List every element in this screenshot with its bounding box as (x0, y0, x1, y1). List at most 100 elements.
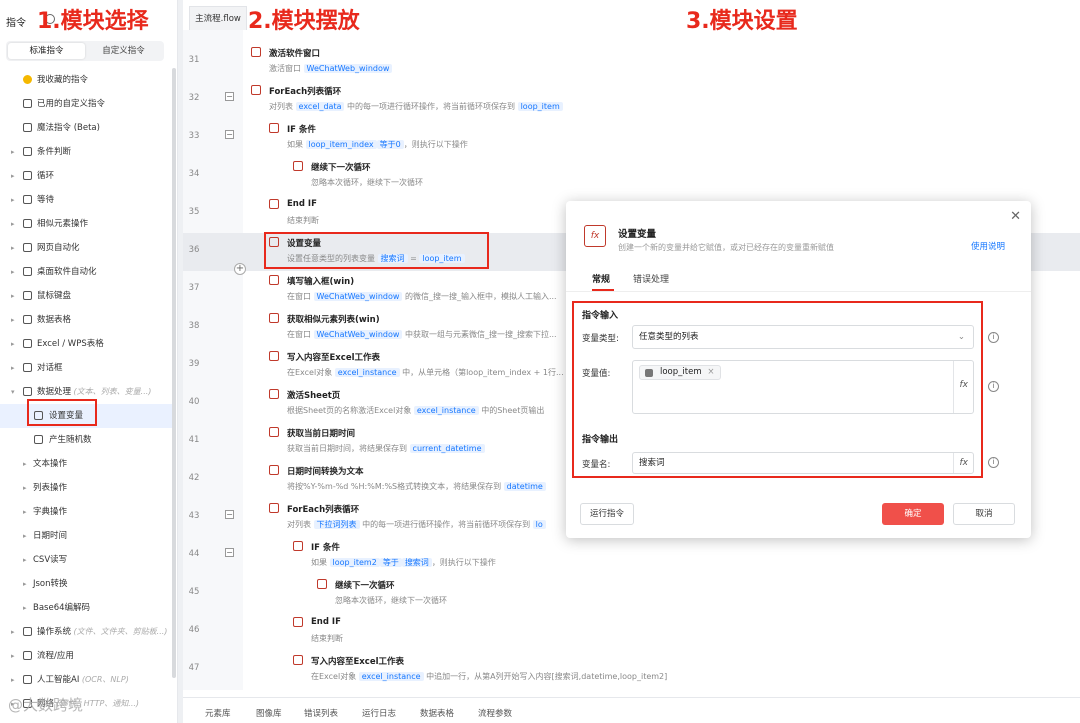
collapse-toggle[interactable]: − (225, 130, 234, 139)
collapse-toggle[interactable]: − (225, 510, 234, 519)
ai-icon (23, 675, 32, 684)
command-item[interactable]: ▸ Json转换 (0, 572, 172, 596)
command-item[interactable]: ▸ 操作系统 (文件、文件夹、剪贴板...) (0, 620, 172, 644)
tab-error-handling[interactable]: 错误处理 (633, 272, 669, 285)
command-item[interactable]: ▸ 相似元素操作 (0, 212, 172, 236)
command-item-label: 等待 (37, 195, 55, 205)
command-item[interactable]: 已用的自定义指令 (0, 92, 172, 116)
collapse-toggle[interactable]: − (225, 92, 234, 101)
chevron-right-icon[interactable]: ▸ (11, 260, 15, 284)
chevron-right-icon[interactable]: ▸ (11, 620, 15, 644)
line-number: 42 (188, 473, 200, 483)
chevron-right-icon[interactable]: ▸ (11, 140, 15, 164)
description-text: 中的Sheet页输出 (478, 406, 545, 415)
variable-chip: excel_instance (413, 406, 479, 415)
command-item[interactable]: ▸ Base64编解码 (0, 596, 172, 620)
command-item[interactable]: ▸ 桌面软件自动化 (0, 260, 172, 284)
description-text: 中的每一项进行循环操作，将当前循环项保存到 (359, 520, 533, 529)
command-item[interactable]: ▸ 循环 (0, 164, 172, 188)
command-item-label: 文本操作 (33, 459, 68, 469)
tab-run-log[interactable]: 运行日志 (362, 707, 396, 719)
chevron-right-icon[interactable]: ▸ (11, 668, 15, 692)
chevron-right-icon[interactable]: ▸ (23, 452, 27, 476)
description-text: 获取当前日期时间，将结果保存到 (287, 444, 410, 453)
chevron-right-icon[interactable]: ▸ (11, 236, 15, 260)
add-step-icon[interactable]: + (234, 263, 246, 275)
chevron-right-icon[interactable]: ▸ (23, 524, 27, 548)
confirm-button[interactable]: 确定 (882, 503, 944, 525)
command-item[interactable]: ▸ 数据表格 (0, 308, 172, 332)
command-item[interactable]: ▸ CSV读写 (0, 548, 172, 572)
chevron-right-icon[interactable]: ▸ (11, 212, 15, 236)
chevron-right-icon[interactable]: ▸ (23, 476, 27, 500)
tab-data-table[interactable]: 数据表格 (420, 707, 454, 719)
flow-step[interactable]: 47 写入内容至Excel工作表 在Excel对象 excel_instance 中… (183, 651, 1080, 689)
tab-standard-commands[interactable]: 标准指令 (8, 43, 85, 59)
panel-scrollbar[interactable] (172, 68, 176, 678)
description-text: 的微信_搜一搜_输入框中，模拟人工输入... (402, 292, 557, 301)
dialog-title: 设置变量 (618, 229, 657, 240)
tab-error-list[interactable]: 错误列表 (304, 707, 338, 719)
command-item[interactable]: 产生随机数 (0, 428, 172, 452)
close-icon[interactable]: ✕ (1010, 209, 1021, 224)
variable-chip: WeChatWeb_window (303, 64, 393, 73)
loop-icon (23, 171, 32, 180)
help-link[interactable]: 使用说明 (971, 240, 1005, 252)
chevron-right-icon[interactable]: ▸ (11, 356, 15, 380)
flow-step[interactable]: 34 继续下一次循环 忽略本次循环，继续下一次循环 (183, 157, 1080, 195)
highlight-box-step (264, 232, 489, 269)
command-item[interactable]: ▸ 鼠标键盘 (0, 284, 172, 308)
chevron-right-icon[interactable]: ▸ (11, 308, 15, 332)
chevron-right-icon[interactable]: ▸ (23, 548, 27, 572)
flow-step[interactable]: 44 − IF 条件 如果 loop_item2 等于 搜索词 ，则执行以下操作 (183, 537, 1080, 575)
command-item[interactable]: ▸ 列表操作 (0, 476, 172, 500)
description-text: 中的每一项进行循环操作，将当前循环项保存到 (344, 102, 518, 111)
info-icon[interactable]: i (988, 381, 999, 392)
tab-general[interactable]: 常规 (592, 272, 610, 285)
command-item[interactable]: ▸ 人工智能AI (OCR、NLP) (0, 668, 172, 692)
watermark: @大数跨境 (8, 696, 84, 714)
command-item-label: 产生随机数 (49, 435, 92, 445)
chevron-right-icon[interactable]: ▸ (11, 644, 15, 668)
chevron-right-icon[interactable]: ▸ (11, 188, 15, 212)
collapse-toggle[interactable]: − (225, 548, 234, 557)
chevron-down-icon[interactable]: ▾ (11, 380, 15, 404)
info-icon[interactable]: i (988, 332, 999, 343)
command-item-label: 网页自动化 (37, 243, 80, 253)
chevron-right-icon[interactable]: ▸ (23, 500, 27, 524)
step-description: 在窗口 WeChatWeb_window 的微信_搜一搜_输入框中，模拟人工输入… (287, 291, 557, 302)
command-item[interactable]: ▸ 文本操作 (0, 452, 172, 476)
command-item[interactable]: ▸ 流程/应用 (0, 644, 172, 668)
command-item[interactable]: ▸ 条件判断 (0, 140, 172, 164)
info-icon[interactable]: i (988, 457, 999, 468)
tab-flow-params[interactable]: 流程参数 (478, 707, 512, 719)
chevron-right-icon[interactable]: ▸ (23, 572, 27, 596)
tab-element-library[interactable]: 元素库 (205, 707, 231, 719)
flow-step[interactable]: 33 − IF 条件 如果 loop_item_index 等于0 ，则执行以下操作 (183, 119, 1080, 157)
flow-step[interactable]: 31 激活软件窗口 激活窗口 WeChatWeb_window (183, 43, 1080, 81)
command-item[interactable]: ▸ 字典操作 (0, 500, 172, 524)
flow-step[interactable]: 45 继续下一次循环 忽略本次循环，继续下一次循环 (183, 575, 1080, 613)
chevron-right-icon[interactable]: ▸ (11, 164, 15, 188)
command-item[interactable]: ▸ Excel / WPS表格 (0, 332, 172, 356)
chevron-right-icon[interactable]: ▸ (11, 332, 15, 356)
command-item[interactable]: ▸ 网页自动化 (0, 236, 172, 260)
command-item[interactable]: 魔法指令 (Beta) (0, 116, 172, 140)
tab-main-flow[interactable]: 主流程.flow (189, 6, 247, 30)
command-item[interactable]: ▸ 日期时间 (0, 524, 172, 548)
chevron-right-icon[interactable]: ▸ (23, 596, 27, 620)
random-icon (34, 435, 43, 444)
command-item[interactable]: ▸ 等待 (0, 188, 172, 212)
command-item[interactable]: ▸ 对话框 (0, 356, 172, 380)
description-text: ，则执行以下操作 (431, 558, 496, 567)
command-item[interactable]: 我收藏的指令 (0, 68, 172, 92)
flow-step[interactable]: 32 − ForEach列表循环 对列表 excel_data 中的每一项进行循环操作… (183, 81, 1080, 119)
flow-step[interactable]: 46 End IF 结束判断 (183, 613, 1080, 651)
tab-image-library[interactable]: 图像库 (256, 707, 282, 719)
tab-custom-commands[interactable]: 自定义指令 (85, 43, 162, 59)
bottom-tabs: 元素库 图像库 错误列表 运行日志 数据表格 流程参数 (183, 697, 1080, 723)
run-command-button[interactable]: 运行指令 (580, 503, 634, 525)
cancel-button[interactable]: 取消 (953, 503, 1015, 525)
command-item-label: 循环 (37, 171, 55, 181)
chevron-right-icon[interactable]: ▸ (11, 284, 15, 308)
